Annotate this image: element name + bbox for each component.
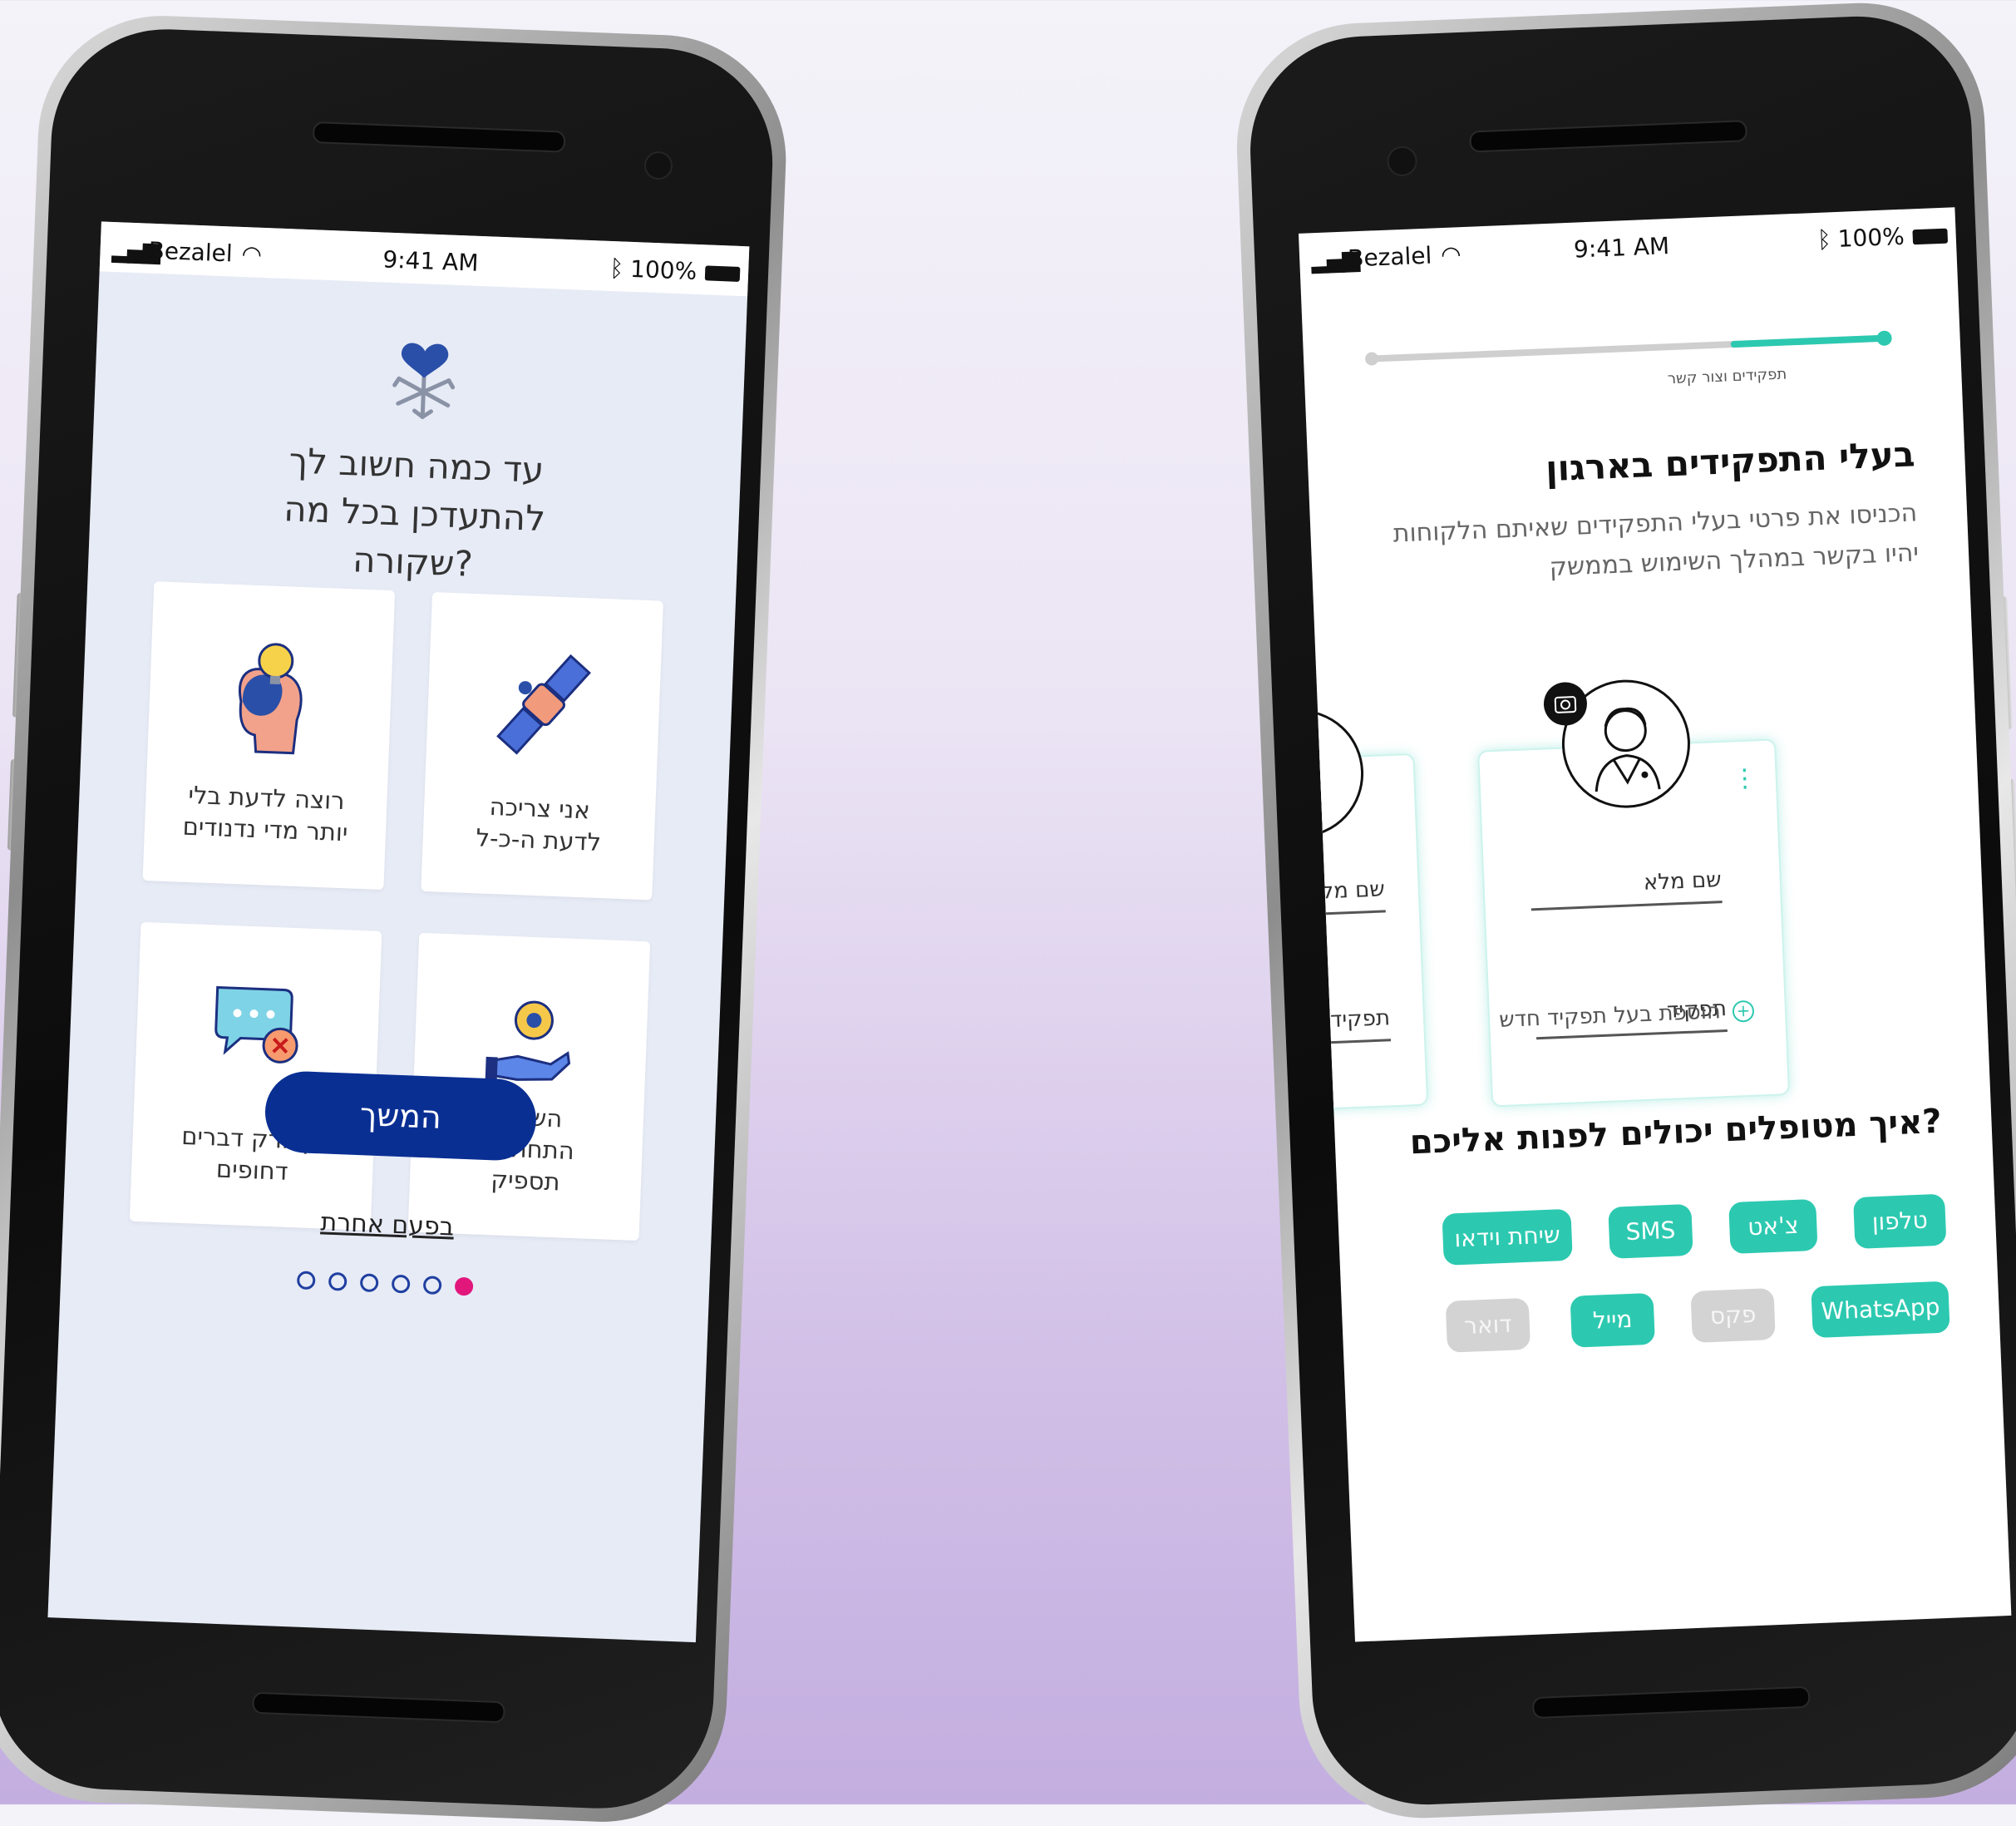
chip-chat[interactable]: צ'אט bbox=[1728, 1198, 1818, 1255]
pagination-dots bbox=[61, 1261, 709, 1308]
more-vertical-icon[interactable]: ⋮ bbox=[1732, 763, 1757, 793]
bluetooth-icon: ᛒ bbox=[1816, 225, 1832, 254]
chip-phone[interactable]: טלפון bbox=[1853, 1193, 1947, 1250]
right-screen: ▂▄▆ Bezalel ◠ 9:41 AM ᛒ 100% תפקידים וצו… bbox=[1298, 207, 2012, 1642]
progress-fill bbox=[1730, 330, 1892, 348]
left-screen: ▂▄▆ Bezalel ◠ 9:41 AM ᛒ 100% עד כמה חשוב… bbox=[47, 221, 750, 1643]
progress-start bbox=[1364, 352, 1379, 366]
progress-step-label: תפקידים וצור קשר bbox=[1667, 365, 1787, 388]
chip-video-call[interactable]: שיחת וידאו bbox=[1442, 1208, 1573, 1266]
continue-button[interactable]: המשך bbox=[264, 1069, 538, 1162]
page-title: בעלי התפקידים בארגון bbox=[1545, 433, 1916, 490]
name-field-label: שם מלא bbox=[1643, 867, 1723, 896]
status-time: 9:41 AM bbox=[382, 245, 480, 277]
carrier-name: Bezalel bbox=[1347, 241, 1432, 273]
chip-fax[interactable]: פקס bbox=[1690, 1288, 1776, 1343]
battery-percent: 100% bbox=[1837, 222, 1905, 253]
heart-snowflake-logo-icon bbox=[392, 343, 456, 419]
progress-bar bbox=[1364, 330, 1892, 366]
role-field-line[interactable] bbox=[1536, 1029, 1728, 1040]
chip-email[interactable]: מייל bbox=[1570, 1292, 1655, 1348]
page-subtitle: הכניסו את פרטי בעלי התפקידים שאיתם הלקוח… bbox=[1392, 498, 1920, 583]
option-card-everything[interactable]: אני צריכה לדעת ה-כ-ל bbox=[421, 592, 663, 901]
wifi-icon: ◠ bbox=[1440, 240, 1462, 269]
battery-icon bbox=[1907, 221, 1949, 250]
page-dot[interactable] bbox=[422, 1276, 442, 1295]
wifi-icon: ◠ bbox=[240, 239, 263, 269]
right-phone: ▂▄▆ Bezalel ◠ 9:41 AM ᛒ 100% תפקידים וצו… bbox=[1232, 0, 2016, 1824]
page-dot[interactable] bbox=[391, 1274, 411, 1294]
page-dot-active[interactable] bbox=[454, 1276, 474, 1296]
chat-bubble-x-icon bbox=[214, 985, 298, 1064]
satellite-icon bbox=[496, 654, 591, 755]
progress-end bbox=[1876, 330, 1892, 347]
chip-mail[interactable]: דואר bbox=[1445, 1297, 1531, 1353]
status-time: 9:41 AM bbox=[1573, 232, 1670, 264]
head-lightbulb-icon bbox=[238, 643, 303, 755]
carrier-name: Bezalel bbox=[148, 236, 234, 268]
question-title: עד כמה חשוב לך להתעדכן בכל מה שקורה? bbox=[283, 440, 546, 585]
left-phone: ▂▄▆ Bezalel ◠ 9:41 AM ᛒ 100% עד כמה חשוב… bbox=[0, 11, 791, 1826]
option-label: רוצה לדעת בלי יותר מדי נדנודים bbox=[182, 780, 348, 847]
page-dot[interactable] bbox=[328, 1271, 348, 1291]
page-dot[interactable] bbox=[359, 1273, 379, 1293]
name-field-line[interactable] bbox=[1530, 901, 1723, 911]
option-card-not-too-much[interactable]: רוצה לדעת בלי יותר מדי נדנודים bbox=[142, 581, 396, 891]
page-dot[interactable] bbox=[296, 1271, 316, 1291]
chip-whatsapp[interactable]: WhatsApp bbox=[1811, 1281, 1950, 1339]
battery-percent: 100% bbox=[629, 254, 697, 285]
battery-icon bbox=[700, 258, 741, 287]
chip-sms[interactable]: SMS bbox=[1608, 1203, 1693, 1259]
role-card[interactable]: ⋮ שם מלא תפקיד bbox=[1477, 677, 1791, 1108]
plus-circle-icon: + bbox=[1732, 999, 1755, 1023]
bluetooth-icon: ᛒ bbox=[609, 254, 624, 283]
camera-icon[interactable] bbox=[1542, 681, 1588, 727]
contact-section-title: איך מטופלים יכולים לפנות אליכם? bbox=[1408, 1102, 1943, 1162]
option-label: אני צריכה לדעת ה-כ-ל bbox=[475, 792, 602, 857]
role-field-label: תפקיד bbox=[1329, 1005, 1391, 1034]
